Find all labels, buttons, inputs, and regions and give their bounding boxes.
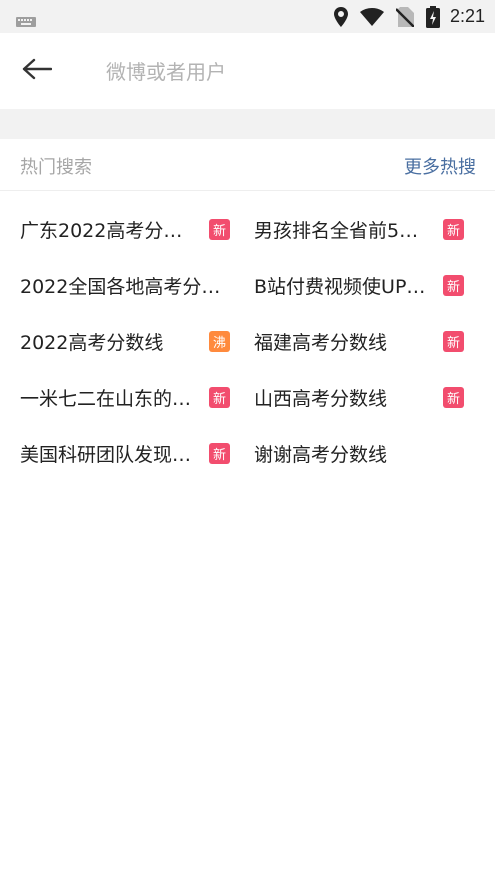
hot-search-item[interactable]: 美国科研团队发现… [20, 425, 200, 481]
more-hot-search-link[interactable]: 更多热搜 [404, 153, 476, 179]
hot-search-item-text: B站付费视频使UP… [254, 275, 426, 298]
hot-search-title: 热门搜索 [20, 157, 92, 178]
hot-search-item-text: 一米七二在山东的… [20, 387, 192, 410]
boil-badge: 沸 [209, 331, 230, 352]
new-badge: 新 [443, 331, 464, 352]
hot-search-item-text: 2022全国各地高考分… [20, 275, 221, 298]
location-icon [333, 6, 348, 27]
hot-search-item-text: 谢谢高考分数线 [254, 443, 388, 466]
hot-search-item[interactable]: 福建高考分数线 [254, 313, 434, 369]
no-sim-icon [395, 6, 414, 27]
section-divider [0, 109, 495, 139]
hot-search-item[interactable]: 一米七二在山东的… [20, 369, 200, 425]
hot-search-item-text: 男孩排名全省前5… [254, 219, 419, 242]
new-badge: 新 [209, 443, 230, 464]
hot-search-item[interactable]: 谢谢高考分数线 [254, 425, 434, 481]
hot-search-item-text: 福建高考分数线 [254, 331, 388, 354]
back-button[interactable] [14, 50, 60, 92]
hot-search-item-text: 2022高考分数线 [20, 331, 164, 354]
hot-search-item[interactable]: 广东2022高考分… [20, 201, 200, 257]
hot-search-item-text: 广东2022高考分… [20, 219, 183, 242]
keyboard-icon [16, 12, 36, 31]
hot-search-item[interactable]: 2022全国各地高考分… [20, 257, 230, 313]
hot-search-item[interactable]: 2022高考分数线 [20, 313, 200, 369]
new-badge: 新 [443, 387, 464, 408]
hot-search-item-text: 山西高考分数线 [254, 387, 388, 410]
wifi-icon [359, 7, 384, 26]
status-time: 2:21 [449, 6, 485, 26]
search-bar [0, 33, 495, 109]
search-input[interactable] [106, 55, 466, 89]
new-badge: 新 [443, 275, 464, 296]
hot-search-header: 热门搜索 更多热搜 [0, 139, 495, 191]
battery-charging-icon [425, 5, 440, 28]
hot-search-item-text: 美国科研团队发现… [20, 443, 192, 466]
hot-search-item[interactable]: 山西高考分数线 [254, 369, 434, 425]
status-bar: 2:21 [0, 0, 495, 33]
new-badge: 新 [209, 387, 230, 408]
new-badge: 新 [209, 219, 230, 240]
hot-search-item[interactable]: 男孩排名全省前5… [254, 201, 434, 257]
hot-search-item[interactable]: B站付费视频使UP… [254, 257, 434, 313]
back-arrow-icon [22, 58, 53, 84]
new-badge: 新 [443, 219, 464, 240]
